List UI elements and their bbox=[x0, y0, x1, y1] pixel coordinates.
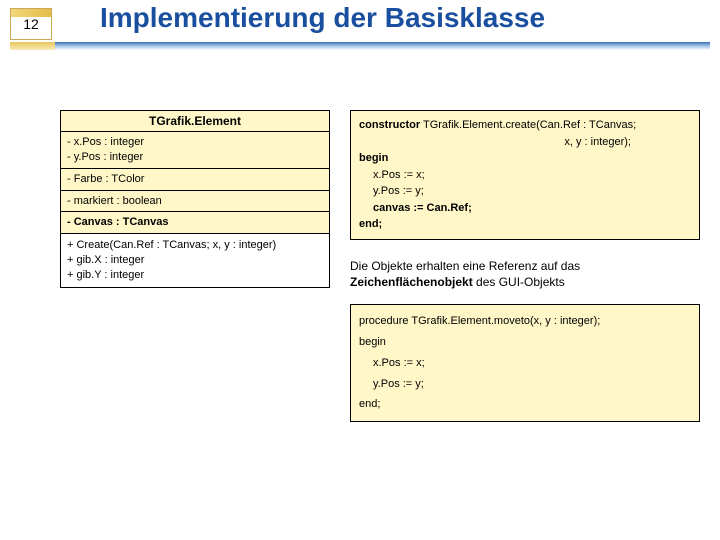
slide-title: Implementierung der Basisklasse bbox=[100, 2, 545, 34]
uml-section-markiert: - markiert : boolean bbox=[60, 191, 330, 213]
slide-header: 12 Implementierung der Basisklasse bbox=[0, 0, 720, 52]
right-column: constructor TGrafik.Element.create(Can.R… bbox=[350, 110, 700, 422]
keyword-begin: begin bbox=[359, 332, 691, 353]
note-bold: Zeichenflächenobjekt bbox=[350, 275, 473, 289]
constructor-code-box: constructor TGrafik.Element.create(Can.R… bbox=[350, 110, 700, 240]
code-line: y.Pos := y; bbox=[359, 374, 691, 395]
keyword-end: end; bbox=[359, 394, 691, 415]
note-part: Die Objekte erhalten eine Referenz auf d… bbox=[350, 259, 580, 273]
uml-method: + Create(Can.Ref : TCanvas; x, y : integ… bbox=[67, 238, 323, 253]
code-line: x, y : integer); bbox=[359, 134, 691, 151]
uml-class-box: TGrafik.Element - x.Pos : integer - y.Po… bbox=[60, 110, 330, 422]
explanation-text: Die Objekte erhalten eine Referenz auf d… bbox=[350, 258, 700, 290]
uml-attr: - markiert : boolean bbox=[67, 194, 323, 209]
uml-method: + gib.Y : integer bbox=[67, 268, 323, 283]
code-line: x.Pos := x; bbox=[359, 353, 691, 374]
procedure-code-box: procedure TGrafik.Element.moveto(x, y : … bbox=[350, 304, 700, 422]
code-text: TGrafik.Element.moveto(x, y : integer); bbox=[409, 315, 601, 327]
code-line: x.Pos := x; bbox=[359, 167, 691, 184]
code-line: constructor TGrafik.Element.create(Can.R… bbox=[359, 117, 691, 134]
code-text: TGrafik.Element.create(Can.Ref : TCanvas… bbox=[420, 119, 636, 131]
code-line: y.Pos := y; bbox=[359, 183, 691, 200]
uml-section-position: - x.Pos : integer - y.Pos : integer bbox=[60, 132, 330, 169]
keyword-end: end; bbox=[359, 218, 382, 230]
keyword-constructor: constructor bbox=[359, 119, 420, 131]
code-line: procedure TGrafik.Element.moveto(x, y : … bbox=[359, 311, 691, 332]
slide-number: 12 bbox=[23, 16, 39, 32]
code-line: canvas := Can.Ref; bbox=[359, 200, 691, 217]
uml-methods: + Create(Can.Ref : TCanvas; x, y : integ… bbox=[60, 234, 330, 288]
uml-attr: - x.Pos : integer bbox=[67, 135, 323, 150]
slide-content: TGrafik.Element - x.Pos : integer - y.Po… bbox=[60, 110, 700, 422]
keyword-begin: begin bbox=[359, 152, 388, 164]
uml-method: + gib.X : integer bbox=[67, 253, 323, 268]
uml-section-color: - Farbe : TColor bbox=[60, 169, 330, 191]
uml-class-name: TGrafik.Element bbox=[60, 110, 330, 132]
uml-attr: - Farbe : TColor bbox=[67, 172, 323, 187]
keyword-procedure: procedure bbox=[359, 315, 409, 327]
uml-attr: - y.Pos : integer bbox=[67, 150, 323, 165]
uml-section-canvas: - Canvas : TCanvas bbox=[60, 212, 330, 234]
note-part: des GUI-Objekts bbox=[473, 275, 565, 289]
slide-number-box: 12 bbox=[10, 8, 52, 40]
uml-attr: - Canvas : TCanvas bbox=[67, 215, 323, 230]
title-underline bbox=[10, 42, 710, 50]
